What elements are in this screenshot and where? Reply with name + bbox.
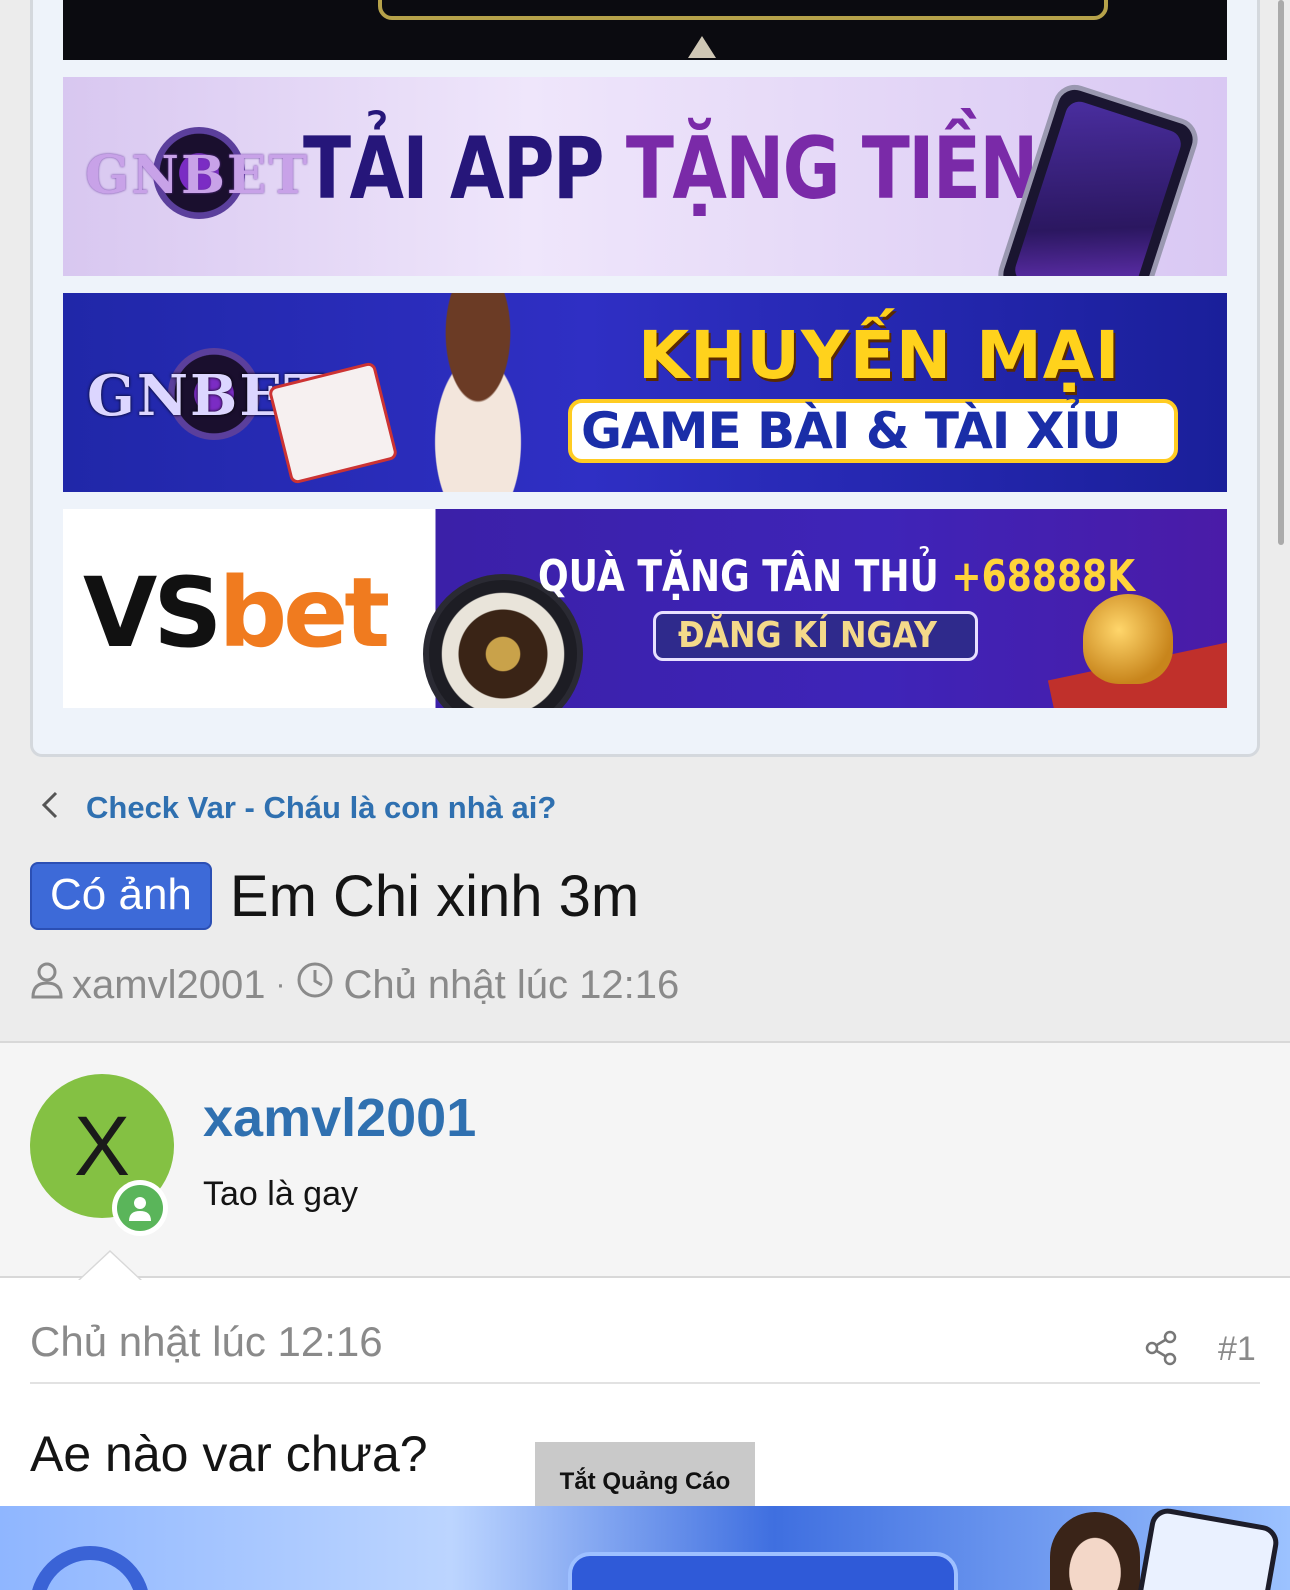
post-pointer [80,1252,140,1280]
post-date[interactable]: Chủ nhật lúc 12:16 [30,1318,383,1366]
ad-banner-gnbet-app[interactable]: GNBET TẢI APP TẶNG TIỀN [63,77,1227,276]
ad-banner-bottom[interactable] [0,1506,1290,1590]
breadcrumb[interactable]: Check Var - Cháu là con nhà ai? [40,790,556,826]
close-ad-label: Tắt Quảng Cáo [559,1468,731,1495]
page-scrollbar[interactable] [1278,0,1284,545]
ad-banner-vsbet[interactable]: VSbet QUÀ TẶNG TÂN THỦ +68888K ĐĂNG KÍ N… [63,509,1227,708]
meta-separator: · [275,968,286,1001]
logo-part-b: bet [218,557,390,669]
close-ad-button[interactable]: Tắt Quảng Cáo [535,1442,755,1506]
headline-part-a: TẢI APP [303,119,605,219]
thread-author[interactable]: xamvl2001 [72,963,265,1008]
page-title: Em Chi xinh 3m [229,863,640,929]
thread-date[interactable]: Chủ nhật lúc 12:16 [343,963,679,1008]
banner-headline: TẢI APP TẶNG TIỀN [303,119,1039,219]
user-title: Tao là gay [203,1175,358,1213]
chevron-left-icon[interactable] [40,790,60,826]
headline-text: QUÀ TẶNG TÂN THỦ [538,551,952,602]
banner-ornament [688,36,716,58]
thread-title-row: Có ảnh Em Chi xinh 3m [30,862,639,930]
banner-logo: GNBET [85,145,310,206]
gold-pot-image [1083,594,1173,684]
online-status-icon [112,1180,168,1236]
post-header-divider [30,1382,1260,1384]
clock-icon [295,960,343,1010]
banner-frame [378,0,1108,20]
bonus-amount: +68888K [951,551,1136,602]
post-author-bar [0,1043,1290,1276]
ad-banner-top[interactable] [63,0,1227,60]
user-icon [30,961,72,1009]
banner-headline: KHUYẾN MẠI [638,317,1121,394]
logo-part-a: VS [83,557,222,669]
share-icon[interactable] [1144,1330,1180,1371]
vsbet-logo: VSbet [83,557,390,669]
banner-logo-shape [30,1546,150,1590]
thread-prefix-badge[interactable]: Có ảnh [30,862,212,930]
breadcrumb-forum-link[interactable]: Check Var - Cháu là con nhà ai? [86,790,556,826]
banner-headline: QUÀ TẶNG TÂN THỦ +68888K [538,551,1135,602]
banner-pill [568,1552,958,1590]
headline-part-b: TẶNG TIỀN [625,119,1039,219]
avatar-letter: X [73,1098,131,1193]
cta-label: ĐĂNG KÍ NGAY [678,615,937,656]
ad-banner-gnbet-promo[interactable]: GNBET KHUYẾN MẠI GAME BÀI & TÀI XỈU [63,293,1227,492]
thread-meta: xamvl2001 · Chủ nhật lúc 12:16 [30,960,679,1010]
post-body-text: Ae nào var chưa? [30,1426,428,1482]
post-number-link[interactable]: #1 [1218,1330,1256,1369]
model-image [1050,1512,1140,1590]
banner-subline: GAME BÀI & TÀI XỈU [581,402,1122,460]
post-username[interactable]: xamvl2001 [203,1087,476,1149]
dealer-image [403,293,553,492]
phone-image [1128,1506,1282,1590]
